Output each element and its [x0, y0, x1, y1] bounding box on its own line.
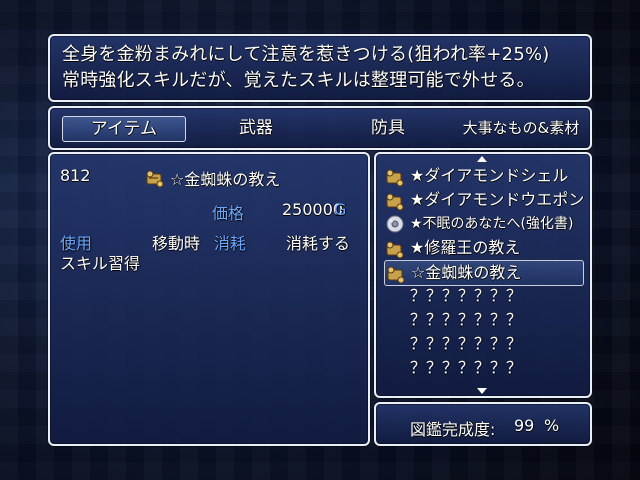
completion-window: 図鑑完成度: 99 %: [374, 402, 592, 446]
tab-weapons[interactable]: 武器: [196, 116, 316, 140]
tab-key-items-materials-label: 大事なもの&素材: [462, 119, 580, 137]
list-item[interactable]: ？？？？？？？: [384, 356, 582, 380]
item-list-window: ★ダイアモンドシェル ★ダイアモンドウエポン ★不眠のあなたへ(強化書) ★修羅…: [374, 152, 592, 398]
help-line-1: 全身を金粉まみれにして注意を惹きつける(狙われ率+25%): [62, 44, 550, 65]
list-item[interactable]: ？？？？？？？: [384, 332, 582, 356]
list-item-label: ？？？？？？？: [410, 334, 523, 353]
scroll-up-arrow-icon[interactable]: [477, 156, 487, 162]
list-item-label: ★ダイアモンドシェル: [410, 166, 569, 185]
list-item[interactable]: ★ダイアモンドウエポン: [384, 188, 585, 212]
list-item-label: ？？？？？？？: [410, 358, 523, 377]
scroll-icon: [386, 193, 404, 211]
list-item[interactable]: ★ダイアモンドシェル: [384, 164, 582, 188]
list-item-label: ？？？？？？？: [410, 286, 523, 305]
list-item-label: ？？？？？？？: [410, 310, 523, 329]
list-item-selected[interactable]: ☆金蜘蛛の教え: [384, 260, 584, 286]
category-window: アイテム 武器 防具 大事なもの&素材: [48, 106, 592, 150]
tab-items-label: アイテム: [90, 119, 158, 139]
scroll-icon: [386, 169, 404, 187]
list-item[interactable]: ？？？？？？？: [384, 284, 582, 308]
completion-label: 図鑑完成度:: [410, 420, 496, 439]
item-id: 812: [60, 166, 91, 185]
tab-weapons-label: 武器: [239, 118, 273, 138]
scroll-icon: [387, 266, 405, 284]
help-window: 全身を金粉まみれにして注意を惹きつける(狙われ率+25%) 常時強化スキルだが、…: [48, 34, 592, 102]
tab-items[interactable]: アイテム: [62, 116, 186, 142]
consume-label: 消耗: [214, 234, 247, 253]
scroll-down-arrow-icon[interactable]: [477, 388, 487, 394]
completion-unit: %: [544, 416, 560, 435]
currency-label: G: [334, 200, 347, 219]
list-item-label: ★ダイアモンドウエポン: [410, 190, 585, 209]
tab-key-items-materials[interactable]: 大事なもの&素材: [460, 116, 582, 140]
use-value: 移動時: [152, 234, 201, 253]
list-item[interactable]: ？？？？？？？: [384, 308, 582, 332]
tab-armor[interactable]: 防具: [328, 116, 448, 140]
consume-value: 消耗する: [286, 234, 351, 253]
list-item-label: ★不眠のあなたへ(強化書): [410, 216, 574, 232]
list-item[interactable]: ★修羅王の教え: [384, 236, 582, 260]
item-detail-window: 812 ☆金蜘蛛の教え 価格 250000 G 使用 移動時 消耗 消耗する ス…: [48, 152, 370, 446]
list-item-label: ★修羅王の教え: [410, 238, 521, 257]
item-name: ☆金蜘蛛の教え: [170, 170, 281, 189]
list-item-label: ☆金蜘蛛の教え: [411, 263, 522, 282]
price-label: 価格: [212, 204, 245, 223]
tab-armor-label: 防具: [371, 118, 405, 138]
completion-value: 99: [514, 416, 535, 435]
scroll-icon: [386, 241, 404, 259]
effect-text: スキル習得: [60, 254, 141, 273]
list-item[interactable]: ★不眠のあなたへ(強化書): [384, 212, 582, 236]
disc-icon: [386, 215, 404, 233]
scroll-icon: [146, 170, 164, 188]
help-line-2: 常時強化スキルだが、覚えたスキルは整理可能で外せる。: [62, 70, 535, 91]
